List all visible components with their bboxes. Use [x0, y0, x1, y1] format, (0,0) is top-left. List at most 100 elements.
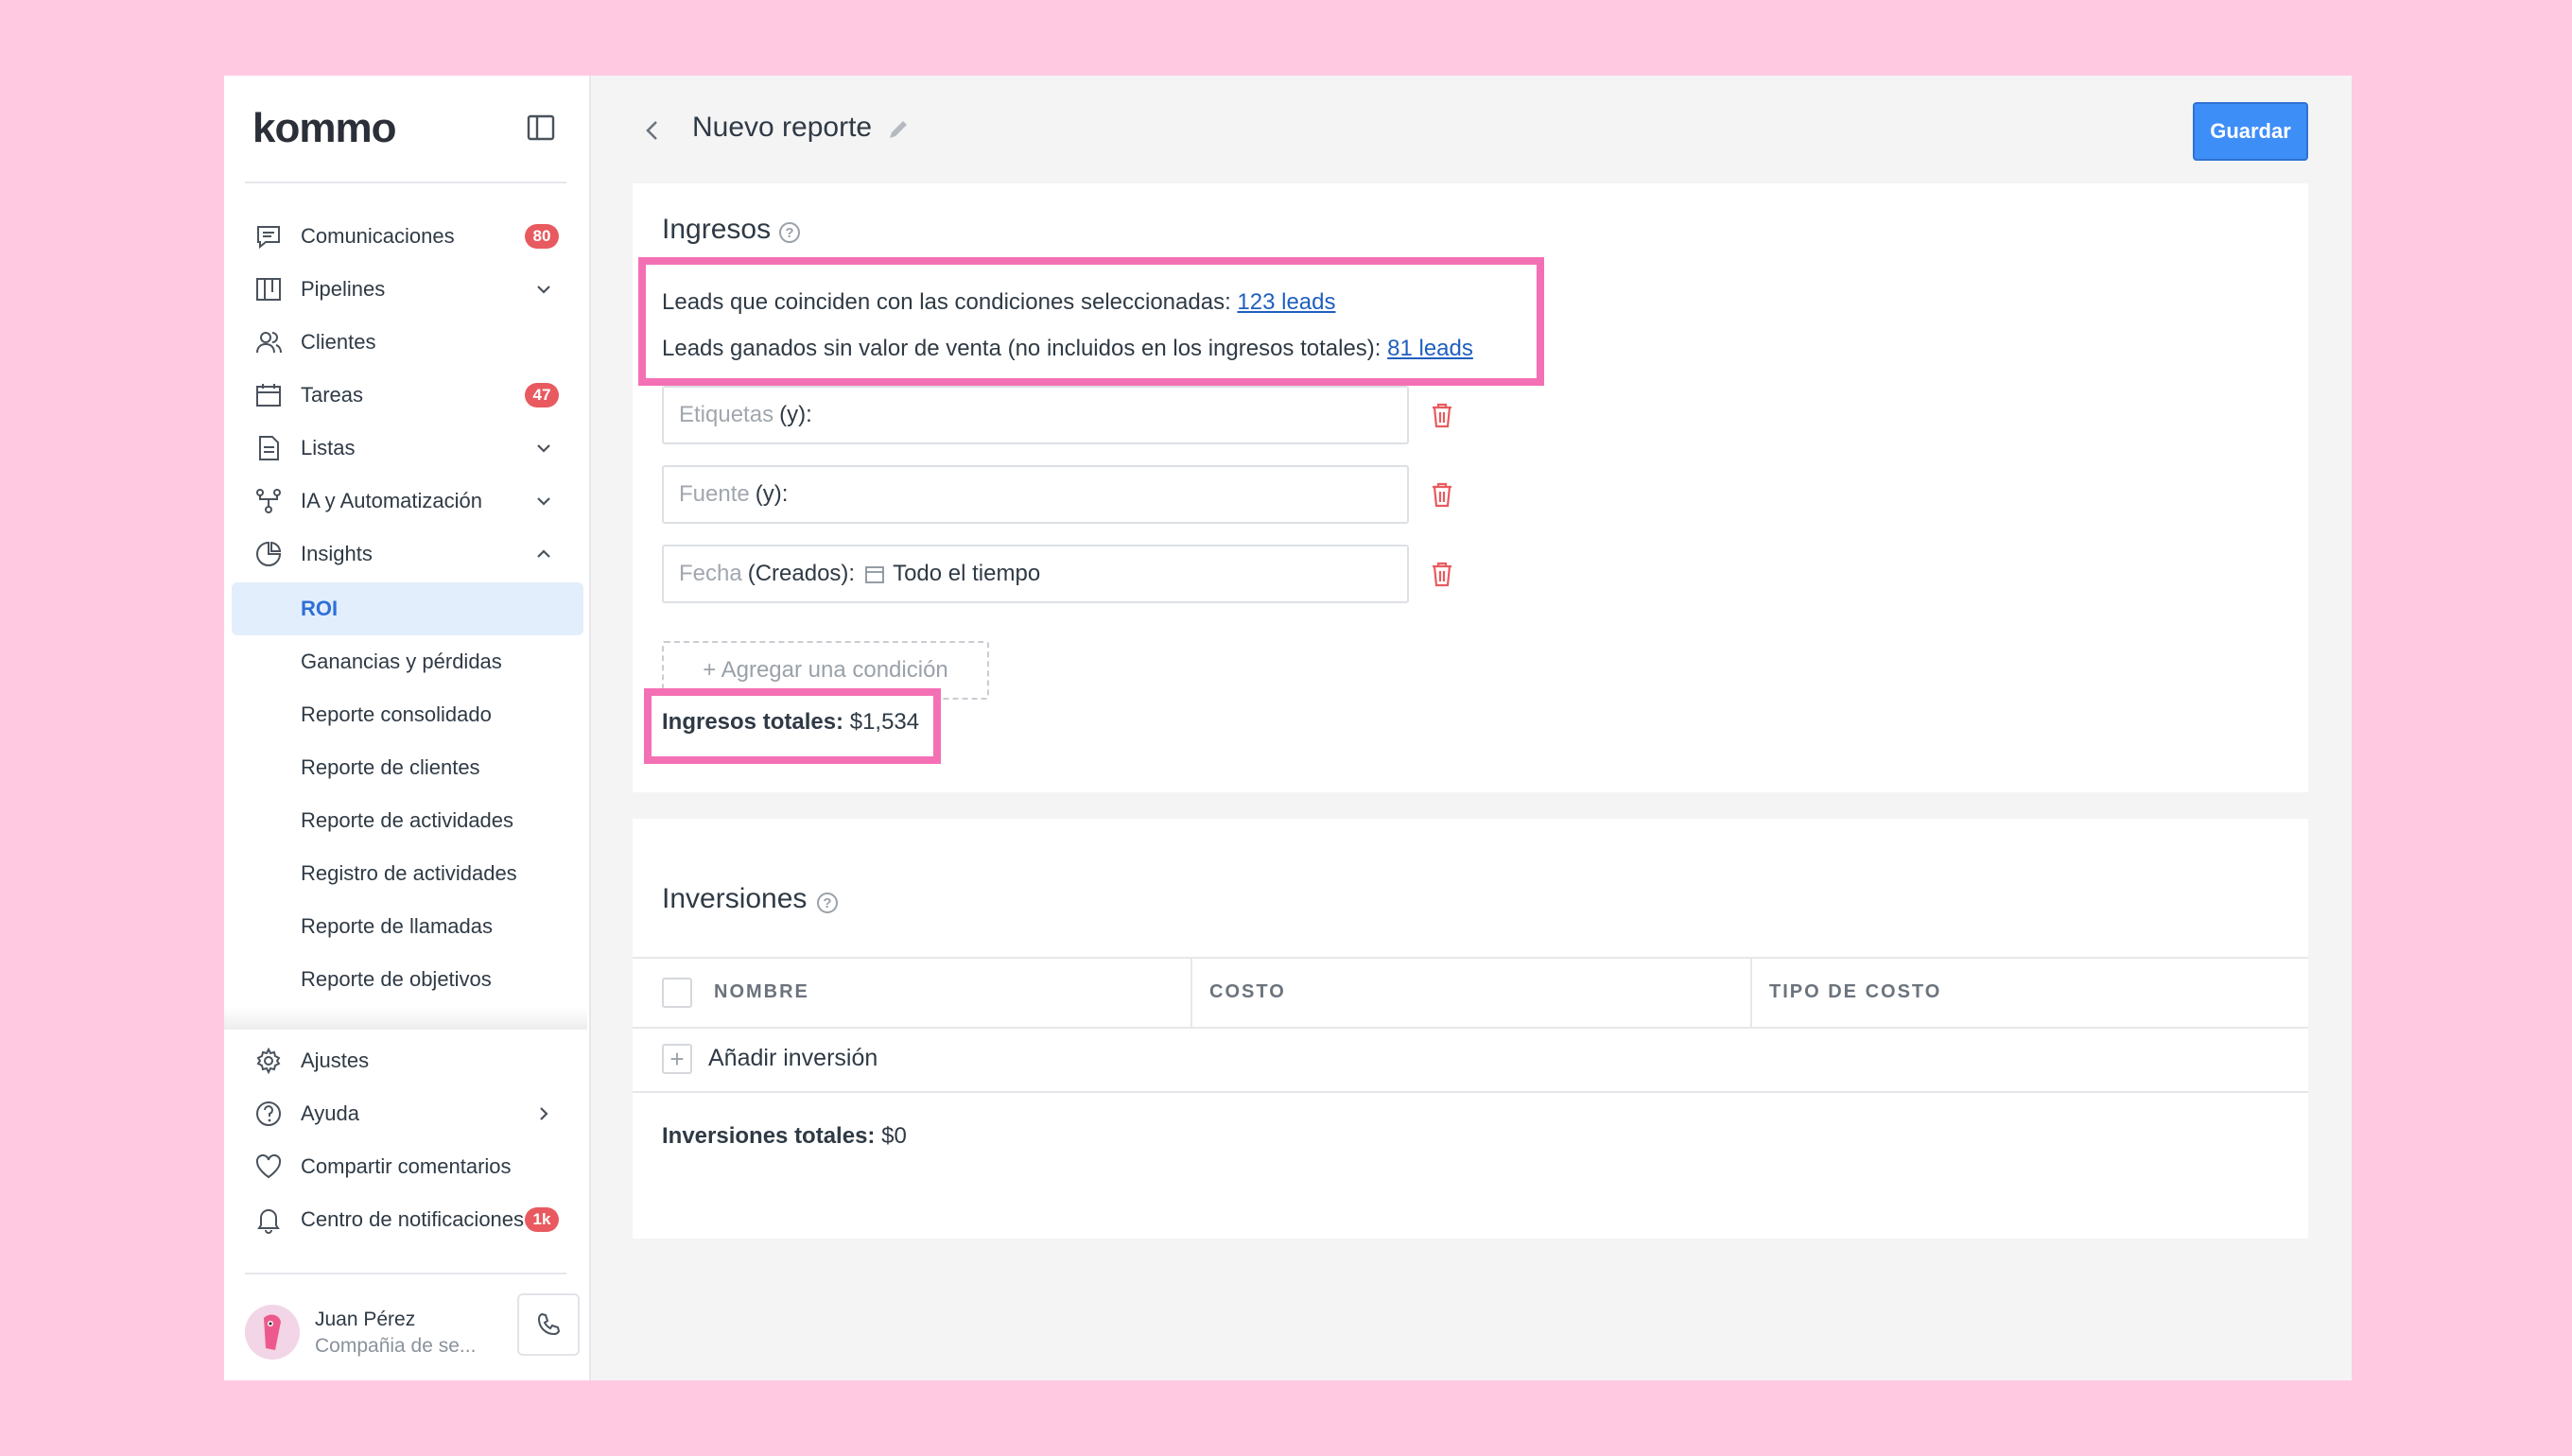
add-investment-row[interactable]: + Añadir inversión — [633, 1029, 2308, 1093]
subitem-label: ROI — [301, 597, 339, 620]
sidebar-subitem-roi[interactable]: ROI — [232, 582, 583, 635]
inversiones-title: Inversiones — [662, 883, 808, 914]
page-title: Nuevo reporte — [692, 112, 873, 143]
sidebar-item-label: Centro de notificaciones — [301, 1207, 525, 1231]
kommo-logo[interactable]: kommo — [252, 104, 432, 151]
sidebar-item-tareas[interactable]: Tareas 47 — [224, 369, 589, 422]
sidebar-item-label: Compartir comentarios — [301, 1154, 512, 1178]
trash-icon[interactable] — [1429, 560, 1455, 588]
plus-icon[interactable]: + — [662, 1044, 692, 1074]
phone-button[interactable] — [517, 1293, 580, 1356]
sidebar-item-label: Comunicaciones — [301, 224, 455, 248]
chevron-up-icon[interactable] — [532, 543, 555, 565]
heart-icon — [255, 1153, 282, 1179]
sidebar-subitem-reporte-actividades[interactable]: Reporte de actividades — [232, 794, 583, 847]
sidebar-subitem-reporte-objetivos[interactable]: Reporte de objetivos — [232, 953, 583, 1006]
subitem-label: Registro de actividades — [301, 861, 517, 885]
column-header-nombre[interactable]: NOMBRE — [714, 981, 809, 1003]
condition-label: Fuente — [679, 481, 750, 507]
avatar[interactable] — [245, 1305, 300, 1360]
sidebar-item-comunicaciones[interactable]: Comunicaciones 80 — [224, 210, 589, 263]
bell-icon — [257, 1209, 280, 1234]
trash-icon[interactable] — [1429, 480, 1455, 509]
sidebar-item-label: Pipelines — [301, 277, 386, 301]
subitem-label: Reporte de llamadas — [301, 914, 494, 938]
sidebar-item-insights[interactable]: Insights — [224, 528, 589, 581]
sidebar-item-listas[interactable]: Listas — [224, 422, 589, 475]
sidebar-divider — [245, 182, 566, 183]
subitem-label: Reporte consolidado — [301, 702, 492, 726]
sidebar-item-label: IA y Automatización — [301, 489, 482, 512]
inversiones-card: Inversiones ? NOMBRE COSTO TIPO DE COSTO… — [633, 819, 2308, 1239]
help-icon[interactable]: ? — [779, 222, 800, 243]
pencil-icon[interactable] — [886, 117, 911, 142]
chevron-down-icon[interactable] — [532, 437, 555, 459]
add-investment-label[interactable]: Añadir inversión — [708, 1045, 878, 1072]
avatar-image — [264, 1314, 281, 1350]
select-all-checkbox[interactable] — [662, 978, 692, 1008]
chevron-right-icon[interactable] — [532, 1102, 555, 1125]
ingresos-card: Ingresos ? Leads que coinciden con las c… — [633, 183, 2308, 792]
column-divider — [1750, 959, 1752, 1029]
condition-value: Todo el tiempo — [893, 561, 1041, 586]
matching-leads-link[interactable]: 123 leads — [1237, 289, 1335, 315]
sidebar-subitem-ganancias-perdidas[interactable]: Ganancias y pérdidas — [232, 635, 583, 688]
condition-fecha[interactable]: Fecha (Creados): Todo el tiempo — [662, 545, 1409, 603]
subitem-label: Reporte de clientes — [301, 755, 480, 779]
sidebar-item-pipelines[interactable]: Pipelines — [224, 263, 589, 316]
subitem-label: Ganancias y pérdidas — [301, 650, 502, 673]
column-header-costo[interactable]: COSTO — [1209, 981, 1286, 1003]
total-investments-value: $0 — [881, 1123, 907, 1149]
sidebar: kommo Comunicaciones 80 Pipelines Client… — [224, 76, 591, 1380]
sidebar-item-ayuda[interactable]: Ayuda — [224, 1087, 589, 1140]
sidebar-item-label: Ayuda — [301, 1101, 359, 1125]
won-leads-text: Leads ganados sin valor de venta (no inc… — [662, 336, 1388, 361]
matching-leads-text: Leads que coinciden con las condiciones … — [662, 289, 1238, 315]
condition-etiquetas[interactable]: Etiquetas (y): — [662, 386, 1409, 444]
sidebar-subitem-reporte-clientes[interactable]: Reporte de clientes — [232, 741, 583, 794]
sidebar-item-label: Ajustes — [301, 1049, 370, 1072]
unread-badge: 80 — [525, 224, 559, 249]
help-icon[interactable]: ? — [817, 893, 838, 913]
won-leads-line: Leads ganados sin valor de venta (no inc… — [662, 336, 1473, 362]
trash-icon[interactable] — [1429, 401, 1455, 429]
help-icon — [256, 1101, 281, 1126]
sidebar-item-ia-automatizacion[interactable]: IA y Automatización — [224, 475, 589, 528]
sidebar-item-compartir-comentarios[interactable]: Compartir comentarios — [224, 1140, 589, 1193]
sidebar-subitem-reporte-consolidado[interactable]: Reporte consolidado — [232, 688, 583, 741]
condition-fuente[interactable]: Fuente (y): — [662, 465, 1409, 524]
total-investments: Inversiones totales: $0 — [662, 1123, 907, 1150]
sidebar-item-label: Clientes — [301, 330, 376, 354]
sidebar-toggle-icon[interactable] — [527, 113, 555, 142]
investments-table-header: NOMBRE COSTO TIPO DE COSTO — [633, 957, 2308, 1029]
matching-leads-line: Leads que coinciden con las condiciones … — [662, 289, 1336, 316]
won-leads-link[interactable]: 81 leads — [1387, 336, 1473, 361]
total-income-value: $1,534 — [849, 709, 920, 735]
sidebar-item-notificaciones[interactable]: Centro de notificaciones 1k — [224, 1193, 589, 1246]
pipeline-icon — [256, 278, 281, 301]
chevron-down-icon[interactable] — [532, 278, 555, 301]
column-header-tipo-costo[interactable]: TIPO DE COSTO — [1769, 981, 1941, 1003]
chat-icon — [257, 226, 280, 250]
sidebar-subitem-registro-actividades[interactable]: Registro de actividades — [232, 847, 583, 900]
chevron-down-icon[interactable] — [532, 490, 555, 512]
scroll-shadow — [224, 1007, 587, 1030]
subitem-label: Reporte de actividades — [301, 808, 514, 832]
condition-label: Etiquetas — [679, 402, 774, 427]
tasks-badge: 47 — [525, 383, 559, 407]
user-name: Juan Pérez — [315, 1309, 416, 1330]
sidebar-divider — [245, 1273, 566, 1274]
user-profile[interactable]: Juan Pérez Compañia de se... — [245, 1293, 580, 1365]
back-arrow-icon[interactable] — [638, 116, 667, 145]
users-icon — [256, 332, 282, 354]
total-income-highlight: Ingresos totales: $1,534 — [644, 688, 941, 764]
app-window: kommo Comunicaciones 80 Pipelines Client… — [224, 76, 2352, 1380]
pie-chart-icon — [256, 541, 282, 566]
svg-text:kommo: kommo — [252, 105, 396, 151]
total-income-label: Ingresos totales: — [662, 709, 844, 735]
save-button[interactable]: Guardar — [2193, 102, 2308, 161]
sidebar-item-clientes[interactable]: Clientes — [224, 316, 589, 369]
sidebar-subitem-reporte-llamadas[interactable]: Reporte de llamadas — [232, 900, 583, 953]
sidebar-item-ajustes[interactable]: Ajustes — [224, 1034, 589, 1087]
condition-label: Fecha — [679, 561, 742, 586]
